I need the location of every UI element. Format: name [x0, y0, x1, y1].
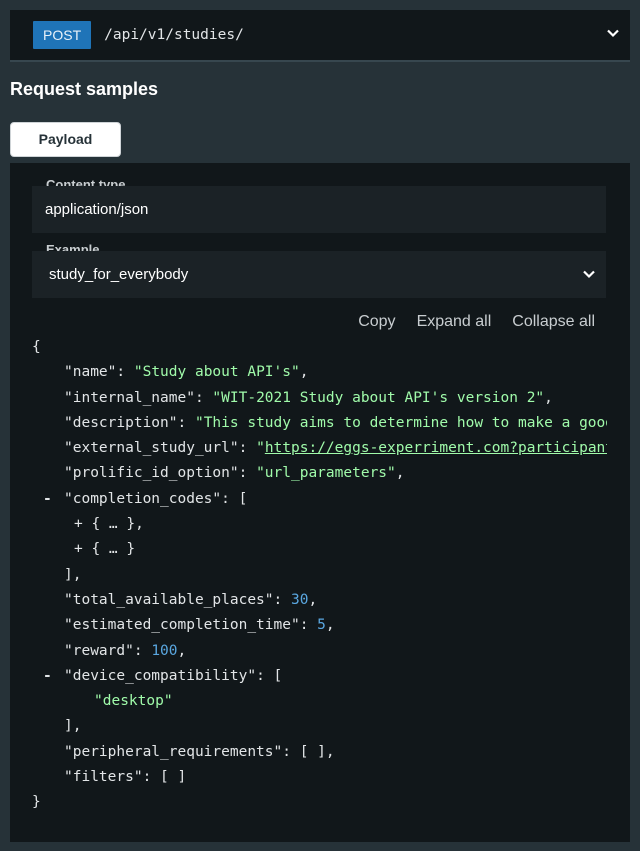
- expand-toggle[interactable]: +: [74, 541, 83, 557]
- json-sample: { "name": "Study about API's", "internal…: [32, 335, 607, 815]
- endpoint-path: /api/v1/studies/: [104, 27, 244, 43]
- json-line: "estimated_completion_time": 5,: [64, 617, 335, 634]
- tab-payload[interactable]: Payload: [10, 122, 121, 157]
- json-line: - "device_compatibility": [: [32, 664, 607, 689]
- json-line: + { … },: [74, 516, 144, 533]
- json-line: "filters": [ ]: [64, 769, 187, 786]
- copy-button[interactable]: Copy: [358, 313, 395, 331]
- content-type-text: application/json: [45, 201, 149, 218]
- expand-all-button[interactable]: Expand all: [417, 313, 492, 331]
- json-line: "desktop": [94, 693, 173, 710]
- json-line: "total_available_places": 30,: [64, 591, 318, 608]
- json-line: "external_study_url": "https://eggs-expe…: [32, 436, 607, 461]
- json-line: "peripheral_requirements": [ ],: [64, 743, 335, 760]
- expand-toggle[interactable]: +: [74, 516, 83, 532]
- json-line: "prolific_id_option": "url_parameters",: [64, 465, 405, 482]
- json-line: "internal_name": "WIT-2021 Study about A…: [64, 389, 553, 406]
- code-actions: Copy Expand all Collapse all: [358, 313, 595, 331]
- content-type-value: application/json: [32, 186, 606, 233]
- json-line: "reward": 100,: [64, 642, 187, 659]
- json-line: ],: [64, 718, 82, 735]
- external-study-link[interactable]: https://eggs-experriment.com?participant…: [265, 440, 607, 456]
- collapse-all-button[interactable]: Collapse all: [512, 313, 595, 331]
- chevron-down-icon: [582, 267, 596, 281]
- endpoint-header[interactable]: POST /api/v1/studies/: [10, 10, 630, 62]
- json-line: ],: [64, 566, 82, 583]
- json-line: + { … }: [74, 541, 136, 558]
- collapse-toggle[interactable]: -: [43, 487, 52, 512]
- json-line: "description": "This study aims to deter…: [64, 414, 607, 431]
- section-title: Request samples: [10, 79, 159, 99]
- json-line: {: [32, 339, 41, 355]
- json-line: - "completion_codes": [: [32, 487, 607, 512]
- example-select-value: study_for_everybody: [49, 266, 189, 283]
- example-select[interactable]: study_for_everybody: [32, 251, 606, 298]
- json-line: "name": "Study about API's",: [64, 364, 309, 381]
- request-sample-panel: Content type application/json Example st…: [10, 163, 630, 842]
- chevron-down-icon[interactable]: [606, 26, 620, 40]
- json-line: }: [32, 794, 41, 811]
- http-method-badge: POST: [33, 21, 92, 49]
- collapse-toggle[interactable]: -: [43, 664, 52, 689]
